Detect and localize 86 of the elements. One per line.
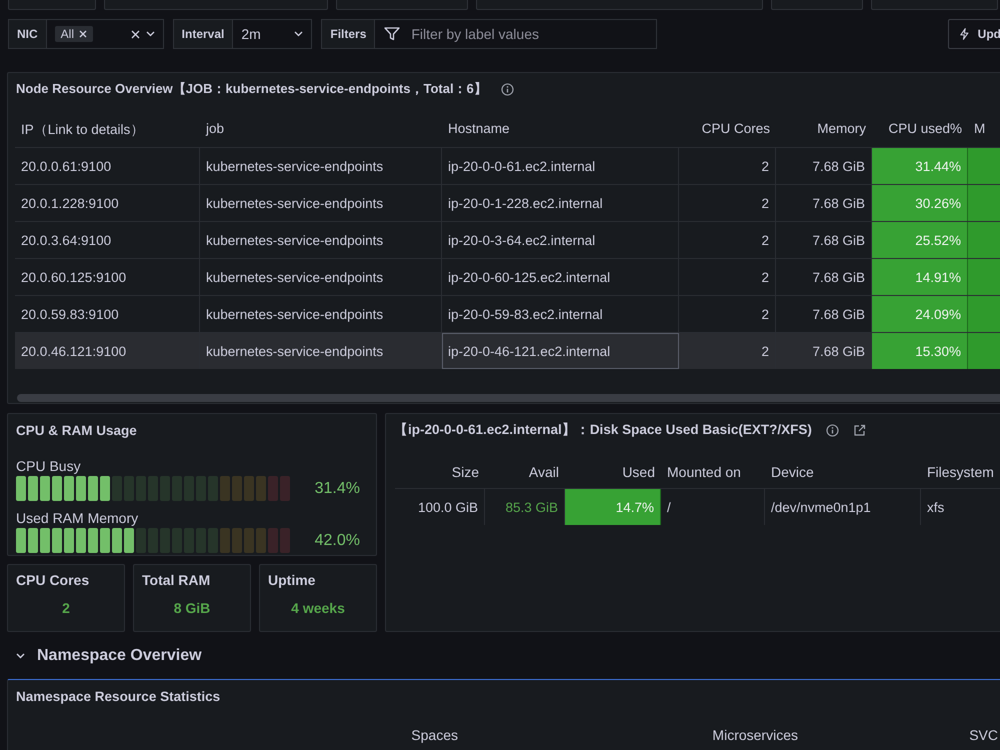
table-cell: /dev/nvme0n1p1 (765, 489, 921, 525)
table-row[interactable]: 20.0.0.61:9100 kubernetes-service-endpoints ip-20-0-0-61.ec2.internal 2 7.68 GiB 31.44% (15, 147, 1000, 184)
lightning-icon (959, 27, 970, 41)
stat-title: Total RAM (142, 572, 212, 588)
link-cell[interactable]: 20.0.60.125:9100 (15, 259, 200, 295)
table-cell: 15.30% (872, 333, 968, 369)
table-cell: 2 (679, 259, 776, 295)
table-cell: 30.26% (872, 185, 968, 221)
column-header[interactable]: Device (765, 456, 921, 488)
gauge-value: 42.0% (314, 532, 360, 550)
panel-title: Node Resource Overview【JOB：kubernetes-service-endpoints，Total：6】 (16, 80, 487, 98)
table-row[interactable]: 20.0.1.228:9100 kubernetes-service-endpoints ip-20-0-1-228.ec2.internal 2 7.68 GiB 30.26% (15, 184, 1000, 221)
column-header[interactable]: Mounted on (661, 456, 765, 488)
table-cell: kubernetes-service-endpoints (200, 222, 442, 258)
table-row[interactable]: 20.0.3.64:9100 kubernetes-service-endpoints ip-20-0-3-64.ec2.internal 2 7.68 GiB 25.52% (15, 221, 1000, 258)
variable-label: Interval (172, 19, 234, 49)
column-header[interactable]: IP（Link to details） (15, 113, 200, 147)
panel-title: Namespace Resource Statistics (16, 688, 220, 704)
column-header[interactable]: Hostname (442, 113, 679, 147)
link-cell[interactable]: 20.0.3.64:9100 (15, 222, 200, 258)
table-cell: xfs (921, 489, 1000, 525)
table-cell: 14.7% (565, 489, 661, 525)
info-icon[interactable] (500, 82, 514, 96)
link-cell[interactable]: 20.0.46.121:9100 (15, 333, 200, 369)
column-header[interactable]: Filesystem (921, 456, 1000, 488)
panel-title: CPU & RAM Usage (16, 422, 137, 438)
table-cell: 25.52% (872, 222, 968, 258)
external-link-icon[interactable] (852, 424, 866, 436)
value-chip[interactable]: All (54, 26, 94, 42)
table-cell: 2 (679, 222, 776, 258)
column-header[interactable]: Spaces (8, 727, 458, 743)
table-cell: kubernetes-service-endpoints (200, 148, 442, 184)
table-cell: 2 (679, 333, 776, 369)
row-title[interactable]: Namespace Overview (37, 647, 202, 665)
table-cell: kubernetes-service-endpoints (200, 333, 442, 369)
caret-icon[interactable] (146, 31, 155, 37)
table-cell: kubernetes-service-endpoints (200, 259, 442, 295)
column-header[interactable]: Avail (485, 456, 565, 488)
table-cell: 31.44% (872, 148, 968, 184)
table-cell: kubernetes-service-endpoints (200, 185, 442, 221)
stat-title: CPU Cores (16, 572, 90, 588)
stat-value: 4 weeks (290, 600, 346, 616)
table-cell: ip-20-0-0-61.ec2.internal (442, 148, 679, 184)
column-header[interactable]: Microservices (458, 727, 798, 743)
column-header[interactable]: M (968, 113, 1000, 147)
variable-label: NIC (8, 19, 47, 49)
clear-icon[interactable] (130, 30, 140, 38)
table-cell: 2 (679, 185, 776, 221)
table-cell: ip-20-0-46-121.ec2.internal (442, 333, 679, 369)
chevron-icon[interactable] (16, 653, 25, 659)
caret-icon[interactable] (294, 31, 304, 37)
table-cell: 14.91% (872, 259, 968, 295)
column-header[interactable]: SVC (798, 727, 998, 743)
column-header[interactable]: Used (565, 456, 661, 488)
table-cell: ip-20-0-1-228.ec2.internal (442, 185, 679, 221)
info-icon[interactable] (826, 424, 839, 436)
gauge-label: CPU Busy (15, 458, 82, 474)
table-row[interactable]: 20.0.60.125:9100 kubernetes-service-endpoints ip-20-0-60-125.ec2.internal 2 7.68 GiB 14.91% (15, 258, 1000, 295)
update-button[interactable]: Upd (948, 19, 1000, 49)
table-cell: 24.09% (872, 296, 968, 332)
stat-title: Uptime (268, 572, 316, 588)
remove-icon[interactable] (79, 30, 88, 38)
scrollbar[interactable] (17, 394, 1000, 402)
table-cell: 100.0 GiB (395, 489, 485, 525)
interval-select[interactable]: 2m (233, 19, 312, 49)
stat-value: 2 (61, 600, 71, 616)
table-cell: / (661, 489, 765, 525)
stat-value: 8 GiB (172, 600, 212, 616)
multi-select[interactable]: All (46, 19, 164, 49)
table-cell: ip-20-0-3-64.ec2.internal (442, 222, 679, 258)
variable-label: Filters (321, 19, 376, 49)
column-header[interactable]: job (200, 113, 442, 147)
column-header[interactable]: CPU Cores (679, 113, 776, 147)
panel-title: 【ip-20-0-0-61.ec2.internal】：Disk Space Used Basic(EXT?/XFS) (394, 421, 812, 439)
column-header[interactable]: CPU used% (872, 113, 968, 147)
filter-icon (384, 27, 400, 41)
gauge-label: Used RAM Memory (15, 510, 140, 526)
filter-field[interactable]: Filter by label values (375, 19, 658, 49)
table-row[interactable]: 20.0.46.121:9100 kubernetes-service-endpoints ip-20-0-46-121.ec2.internal 2 7.68 GiB 15.30% (15, 332, 1000, 369)
link-cell[interactable]: 20.0.0.61:9100 (15, 148, 200, 184)
link-cell[interactable]: 20.0.1.228:9100 (15, 185, 200, 221)
table-cell: ip-20-0-60-125.ec2.internal (442, 259, 679, 295)
table-cell: 2 (679, 148, 776, 184)
column-header[interactable]: Memory (776, 113, 872, 147)
gauge-value: 31.4% (314, 480, 360, 498)
column-header[interactable]: Size (395, 456, 485, 488)
